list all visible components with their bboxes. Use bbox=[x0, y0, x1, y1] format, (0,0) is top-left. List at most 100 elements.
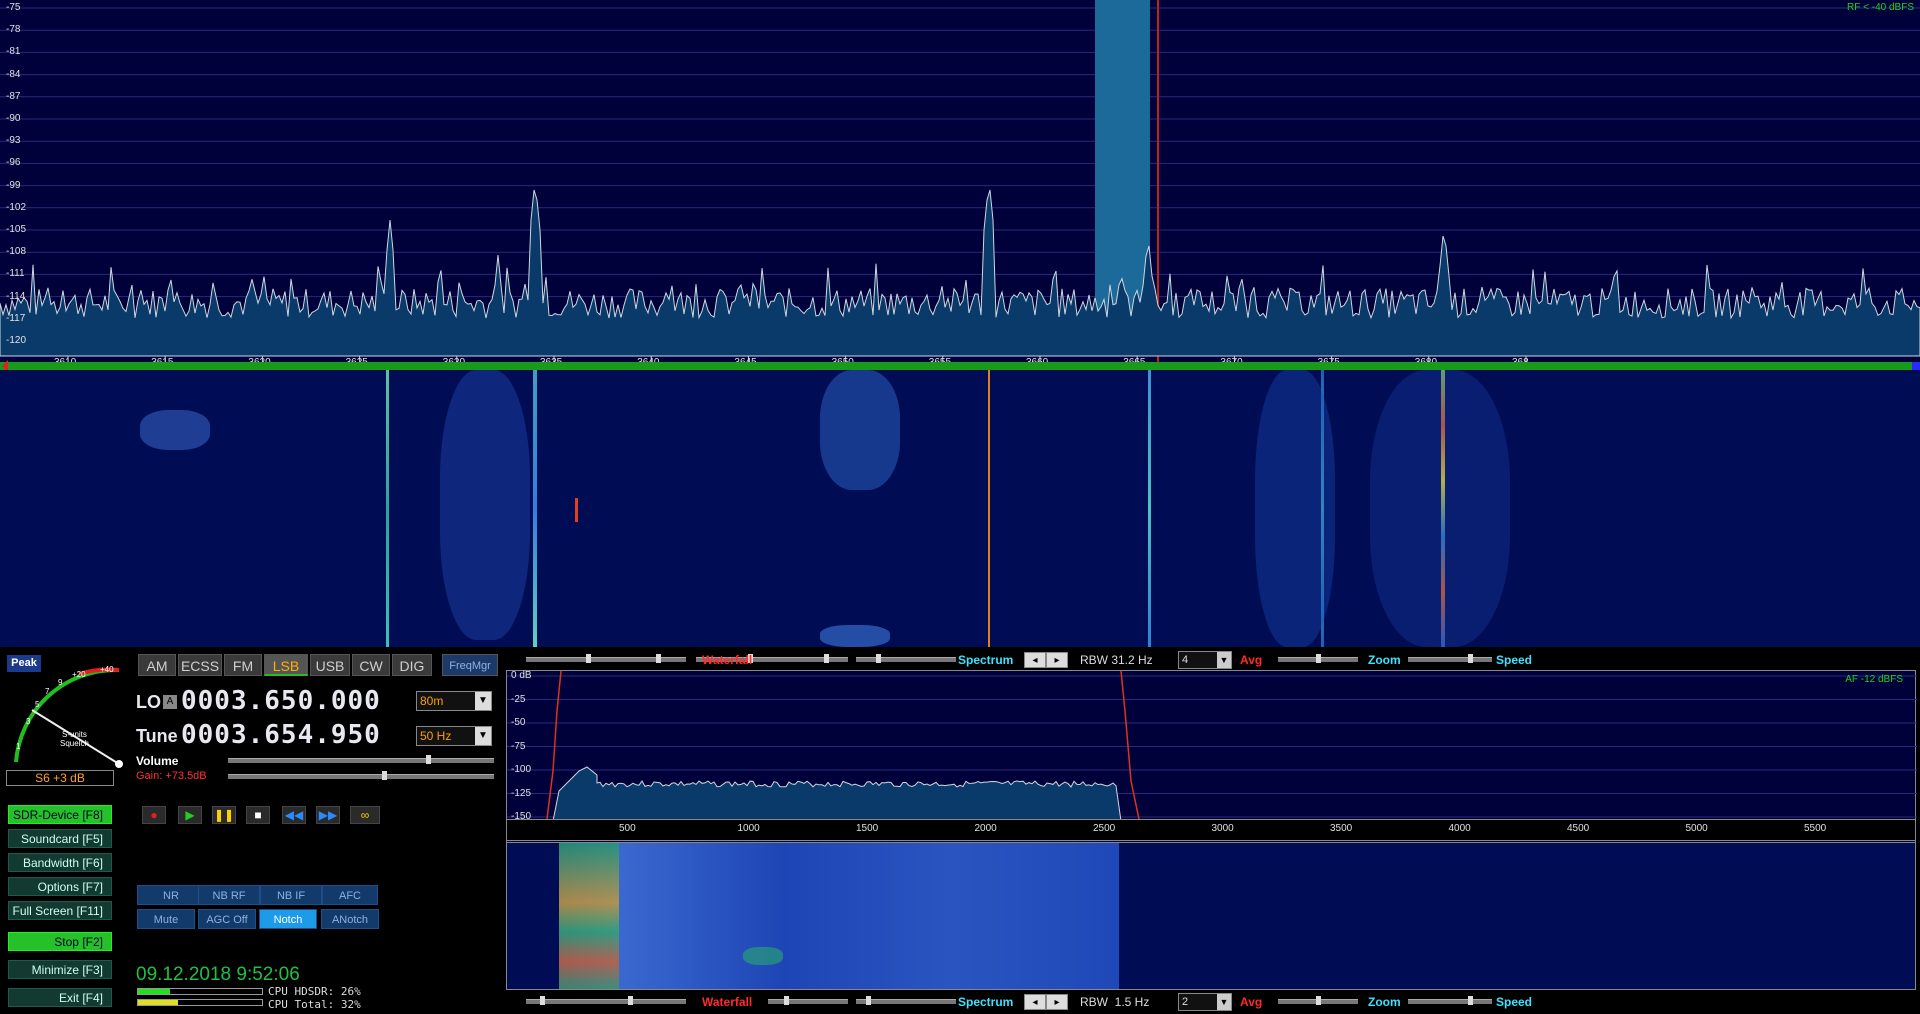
af-spectrum-slider-2[interactable] bbox=[856, 996, 956, 1009]
s-scale-20: +20 bbox=[72, 670, 86, 679]
rf-avg-select[interactable]: 4 ▼ bbox=[1178, 651, 1232, 669]
rbw-increase-button[interactable]: ▸ bbox=[1046, 652, 1068, 668]
rf-rbw-label: RBW 31.2 Hz bbox=[1080, 653, 1153, 667]
stop-playback-button[interactable]: ■ bbox=[246, 806, 270, 824]
nb-rf-button[interactable]: NB RF bbox=[198, 885, 260, 905]
af-spectrum-label: Spectrum bbox=[958, 995, 1014, 1009]
af-speed-slider[interactable] bbox=[1408, 996, 1492, 1009]
lo-label: LO bbox=[136, 692, 161, 712]
afc-button[interactable]: AFC bbox=[322, 885, 378, 905]
band-select[interactable]: 80m ▼ bbox=[416, 691, 492, 711]
rf-db-label: -84 bbox=[6, 68, 21, 80]
rf-speed-label: Speed bbox=[1496, 653, 1533, 667]
s-scale-1: 1 bbox=[16, 742, 21, 751]
af-freq-label: 3500 bbox=[1330, 823, 1353, 834]
loop-button[interactable]: ∞ bbox=[350, 806, 380, 824]
rf-frequency-bar[interactable] bbox=[0, 360, 1920, 372]
freqmgr-button[interactable]: FreqMgr bbox=[442, 654, 498, 676]
lo-frequency-display[interactable]: 0003.650.000 bbox=[181, 686, 381, 716]
rf-waterfall-slider-2[interactable] bbox=[606, 654, 686, 667]
rf-spectrum-slider-2[interactable] bbox=[856, 654, 956, 667]
af-waterfall-slider-1[interactable] bbox=[526, 996, 606, 1009]
bandwidth-button[interactable]: Bandwidth [F6] bbox=[8, 853, 112, 872]
af-rbw-decrease-button[interactable]: ◂ bbox=[1024, 994, 1046, 1010]
agc-button[interactable]: AGC Off bbox=[198, 909, 256, 929]
scroll-right-icon[interactable] bbox=[1912, 362, 1920, 370]
rewind-button[interactable]: ◀◀ bbox=[282, 806, 306, 824]
rf-control-bar: Waterfall Spectrum ◂ ▸ RBW 31.2 Hz 4 ▼ Av… bbox=[506, 651, 1916, 669]
mode-am-button[interactable]: AM bbox=[138, 654, 176, 676]
af-waterfall-display[interactable] bbox=[506, 842, 1916, 990]
datetime-display: 09.12.2018 9:52:06 bbox=[136, 964, 300, 985]
af-rbw-increase-button[interactable]: ▸ bbox=[1046, 994, 1068, 1010]
soundcard-button[interactable]: Soundcard [F5] bbox=[8, 829, 112, 848]
rf-db-label: -108 bbox=[6, 246, 27, 258]
rf-db-label: -114 bbox=[6, 290, 26, 302]
af-avg-select[interactable]: 2 ▼ bbox=[1178, 993, 1232, 1011]
fast-forward-button[interactable]: ▶▶ bbox=[316, 806, 340, 824]
rf-db-label: -96 bbox=[6, 157, 21, 169]
lo-lock-badge[interactable]: A bbox=[163, 695, 177, 709]
af-rbw-label: RBW 1.5 Hz bbox=[1080, 995, 1150, 1009]
volume-label: Volume bbox=[136, 754, 179, 768]
af-db-label: -50 bbox=[511, 717, 526, 728]
options-button[interactable]: Options [F7] bbox=[8, 877, 112, 896]
mode-cw-button[interactable]: CW bbox=[352, 654, 390, 676]
mode-dig-button[interactable]: DIG bbox=[392, 654, 432, 676]
mode-usb-button[interactable]: USB bbox=[310, 654, 350, 676]
s-scale-3: 3 bbox=[26, 717, 31, 726]
pause-button[interactable]: ❚❚ bbox=[212, 806, 236, 824]
rf-db-label: -117 bbox=[6, 312, 26, 324]
full-screen-button[interactable]: Full Screen [F11] bbox=[8, 901, 112, 920]
af-freq-label: 3000 bbox=[1211, 823, 1234, 834]
volume-slider[interactable] bbox=[228, 755, 494, 768]
rf-range-label: RF < -40 dBFS bbox=[1847, 2, 1914, 13]
tune-label: Tune bbox=[136, 726, 178, 746]
stop-button[interactable]: Stop [F2] bbox=[8, 932, 112, 951]
rf-db-label: -93 bbox=[6, 135, 21, 147]
af-zoom-slider[interactable] bbox=[1278, 996, 1358, 1009]
rf-spectrum-slider-1[interactable] bbox=[768, 654, 848, 667]
tune-frequency-display[interactable]: 0003.654.950 bbox=[181, 720, 381, 750]
mode-ecss-button[interactable]: ECSS bbox=[178, 654, 222, 676]
rf-zoom-slider[interactable] bbox=[1278, 654, 1358, 667]
nr-button[interactable]: NR bbox=[137, 885, 205, 905]
anotch-button[interactable]: ANotch bbox=[321, 909, 379, 929]
mode-lsb-button[interactable]: LSB bbox=[264, 654, 308, 676]
rf-speed-slider[interactable] bbox=[1408, 654, 1492, 667]
minimize-button[interactable]: Minimize [F3] bbox=[8, 960, 112, 979]
mode-fm-button[interactable]: FM bbox=[224, 654, 262, 676]
nb-if-button[interactable]: NB IF bbox=[260, 885, 322, 905]
af-range-label: AF -12 dBFS bbox=[1845, 674, 1903, 685]
gain-slider[interactable] bbox=[228, 771, 494, 784]
mute-button[interactable]: Mute bbox=[137, 909, 195, 929]
rf-db-label: -81 bbox=[6, 46, 21, 58]
af-control-bar: Waterfall Spectrum ◂ ▸ RBW 1.5 Hz 2 ▼ Avg… bbox=[506, 993, 1916, 1011]
rf-waterfall-display[interactable] bbox=[0, 370, 1920, 647]
rf-avg-label: Avg bbox=[1240, 653, 1263, 667]
af-waterfall-slider-2[interactable] bbox=[606, 996, 686, 1009]
rf-zoom-label: Zoom bbox=[1368, 653, 1401, 667]
cpu-total-bar bbox=[137, 999, 263, 1006]
rf-db-label: -99 bbox=[6, 179, 21, 191]
rf-spectrum-trace bbox=[0, 189, 1920, 357]
record-button[interactable]: ● bbox=[142, 806, 166, 824]
rf-spectrum-display[interactable]: -75 -78 -81 -84 -87 -90 -93 -96 -99 -102 -105 -108 -… bbox=[0, 0, 1920, 368]
tune-step-select[interactable]: 50 Hz ▼ bbox=[416, 726, 492, 746]
rf-db-label: -90 bbox=[6, 113, 21, 124]
cpu-total-label: CPU Total: 32% bbox=[268, 998, 361, 1011]
rf-db-label: -87 bbox=[6, 90, 21, 102]
rf-db-label: -105 bbox=[6, 224, 27, 235]
rbw-decrease-button[interactable]: ◂ bbox=[1024, 652, 1046, 668]
cpu-hdsdr-bar bbox=[137, 988, 263, 995]
s-scale-5: 5 bbox=[35, 700, 40, 709]
af-freq-label: 5000 bbox=[1685, 823, 1708, 834]
exit-button[interactable]: Exit [F4] bbox=[8, 988, 112, 1007]
af-spectrum-slider-1[interactable] bbox=[768, 996, 848, 1009]
rf-waterfall-slider-1[interactable] bbox=[526, 654, 606, 667]
af-spectrum-trace bbox=[552, 766, 1122, 821]
sdr-device-button[interactable]: SDR-Device [F8] bbox=[8, 805, 112, 824]
play-button[interactable]: ▶ bbox=[178, 806, 202, 824]
rf-db-label: -111 bbox=[6, 268, 25, 280]
notch-button[interactable]: Notch bbox=[259, 909, 317, 929]
